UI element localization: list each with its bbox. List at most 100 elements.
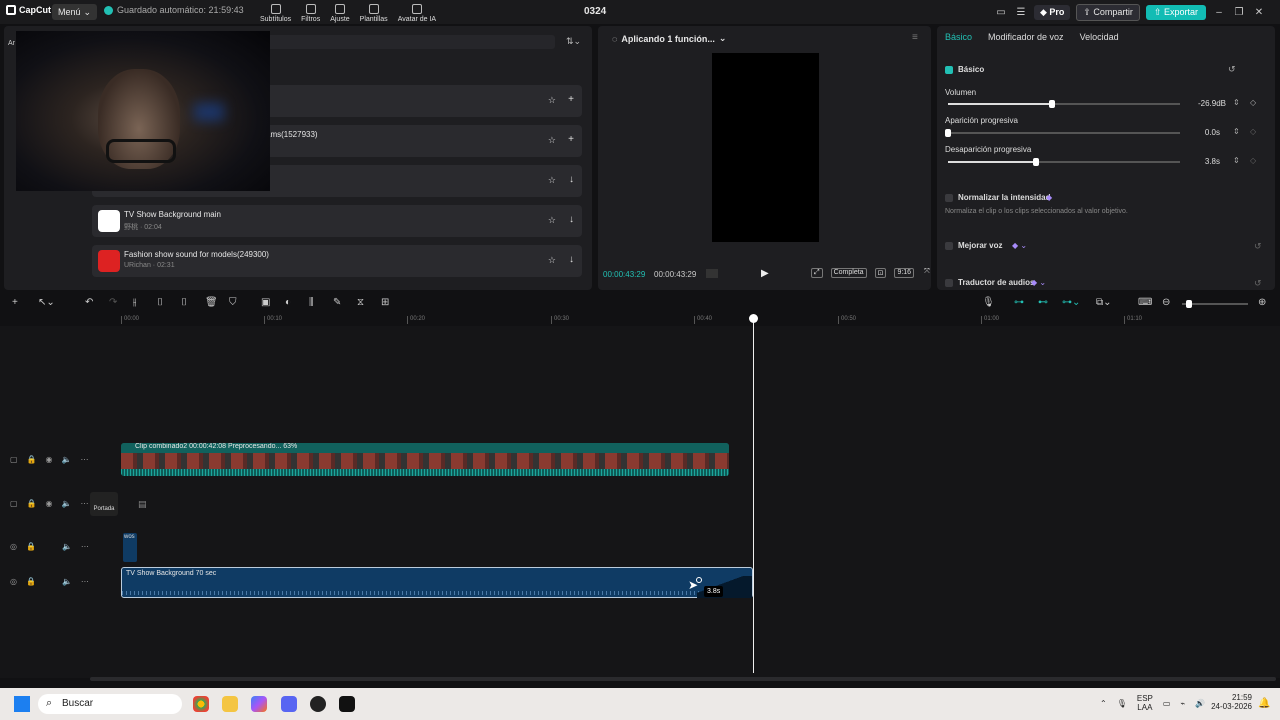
discord-icon[interactable] [281, 696, 297, 712]
sort-filter-icon[interactable]: ⇅⌄ [566, 36, 581, 47]
more-icon[interactable]: ⋯ [81, 542, 89, 551]
layout-icon[interactable]: ▭ [994, 7, 1008, 18]
crop-tool-icon[interactable]: ⊞ [381, 297, 389, 308]
volume-icon[interactable]: 🔊 [1195, 699, 1205, 708]
star-icon[interactable]: ☆ [548, 135, 556, 146]
keyframe-icon[interactable]: ◇ [1250, 127, 1256, 136]
export-button[interactable]: ⇧ Exportar [1145, 4, 1206, 20]
fullscreen-icon[interactable]: ⤧ [922, 268, 932, 278]
link-icon[interactable]: ⊶ [1014, 297, 1024, 308]
more-icon[interactable]: ⋯ [81, 577, 89, 586]
magnet-icon[interactable]: ⊷ [1038, 297, 1048, 308]
fadein-knob[interactable] [945, 129, 951, 137]
minimize-icon[interactable]: – [1212, 7, 1226, 18]
video-canvas[interactable] [712, 53, 819, 242]
download-icon[interactable]: ↓ [569, 174, 574, 185]
audio-split-icon[interactable]: ⫼ [309, 297, 314, 308]
chevron-up-icon[interactable]: ⌃ [1100, 699, 1107, 708]
share-button[interactable]: ⇪ Compartir [1076, 3, 1140, 21]
microphone-tray-icon[interactable]: 🎙 [1117, 699, 1127, 708]
audio-clip[interactable]: TV Show Background 70 sec [121, 567, 753, 598]
small-audio-clip[interactable]: wos [123, 533, 137, 562]
ai-edit-icon[interactable]: ✎ [333, 297, 341, 308]
zoom-out-icon[interactable]: ⊖ [1162, 297, 1170, 308]
fadein-slider[interactable] [945, 129, 1180, 137]
delete-icon[interactable]: 🗑 [205, 297, 218, 308]
cover-icon[interactable]: ▢ [10, 499, 18, 508]
keyframe-icon[interactable]: ◇ [1250, 98, 1256, 107]
lock-icon[interactable]: 🔒 [26, 542, 36, 551]
shortcuts-icon[interactable]: ☰ [1014, 7, 1028, 18]
pro-button[interactable]: ◆ Pro [1033, 4, 1071, 20]
mirror-icon[interactable]: ⧖ [357, 297, 364, 308]
preview-title[interactable]: ◌ Aplicando 1 función... ⌄ [612, 33, 726, 44]
lock-icon[interactable]: 🔒 [27, 499, 37, 508]
preview-axis-icon[interactable]: ⧉⌄ [1096, 297, 1112, 308]
redo-icon[interactable]: ↷ [109, 297, 117, 308]
reset-icon[interactable]: ↺ [1254, 278, 1262, 289]
speaker-icon[interactable]: 🔈 [62, 455, 72, 464]
lock-icon[interactable]: 🔒 [26, 577, 36, 586]
split-icon[interactable]: ⫲ [133, 297, 136, 308]
undo-icon[interactable]: ↶ [85, 297, 93, 308]
cover-button[interactable]: Portada [90, 492, 118, 516]
compound-clip[interactable]: Clip combinado2 00:00:42:08 Preprocesand… [121, 443, 729, 476]
timeline-scrollbar[interactable] [90, 677, 1276, 681]
volume-knob[interactable] [1049, 100, 1056, 108]
add-icon[interactable]: + [568, 94, 574, 105]
capcut-taskbar-icon[interactable] [339, 696, 355, 712]
star-icon[interactable]: ☆ [548, 175, 556, 186]
language-indicator[interactable]: ESP LAA [1137, 694, 1153, 712]
tab-templates[interactable]: Plantillas [360, 4, 388, 23]
zoom-in-icon[interactable]: ⊕ [1258, 297, 1266, 308]
caption-icon[interactable]: ⌨ [1138, 297, 1152, 308]
basic-checkbox[interactable] [945, 66, 953, 74]
download-icon[interactable]: ↓ [569, 214, 574, 225]
stepper-icon[interactable]: ⇕ [1233, 127, 1240, 136]
tab-subtitles[interactable]: Subtítulos [260, 4, 291, 23]
menu-button[interactable]: Menú ⌄ [52, 4, 98, 20]
stepper-icon[interactable]: ⇕ [1233, 156, 1240, 165]
tab-ai-avatar[interactable]: Avatar de IA [398, 4, 436, 23]
shield-icon[interactable]: ⛉ [229, 297, 237, 308]
close-icon[interactable]: ✕ [1252, 7, 1266, 18]
playhead[interactable] [749, 314, 758, 673]
select-tool-icon[interactable]: ↖⌄ [38, 297, 55, 308]
stepper-icon[interactable]: ⇕ [1233, 98, 1240, 107]
tab-speed[interactable]: Velocidad [1080, 32, 1119, 42]
tab-voice-changer[interactable]: Modificador de voz [988, 32, 1064, 42]
windows-start-icon[interactable] [14, 696, 30, 712]
timeline-frames-icon[interactable] [706, 269, 718, 278]
maximize-icon[interactable]: ❐ [1232, 7, 1246, 18]
split-right-icon[interactable]: ⌷ [181, 297, 187, 308]
reset-icon[interactable]: ↺ [1254, 241, 1262, 252]
volume-value[interactable]: -26.9dB [1186, 99, 1226, 108]
enhance-voice-checkbox[interactable] [945, 242, 953, 250]
list-item[interactable]: TV Show Background main 野桃 · 02:04 ☆ ↓ [92, 205, 582, 237]
crop-icon[interactable]: ⤢ [811, 268, 823, 278]
list-item[interactable]: Fashion show sound for models(249300) UR… [92, 245, 582, 277]
add-icon[interactable]: + [568, 134, 574, 145]
download-icon[interactable]: ↓ [569, 254, 574, 265]
zoom-slider[interactable] [1182, 300, 1248, 308]
microphone-icon[interactable]: 🎙 [982, 297, 995, 308]
split-left-icon[interactable]: ⌷ [157, 297, 163, 308]
snap-icon[interactable]: ⊶⌄ [1062, 297, 1080, 308]
star-icon[interactable]: ☆ [548, 215, 556, 226]
monitor-icon[interactable]: ▭ [1163, 699, 1171, 708]
keyframe-icon[interactable]: ◇ [1250, 156, 1256, 165]
ratio-button[interactable]: 9:16 [894, 268, 915, 278]
preview-menu-icon[interactable]: ≡ [912, 32, 918, 43]
normalize-checkbox[interactable] [945, 194, 953, 202]
tab-filters[interactable]: Filtros [301, 4, 320, 23]
speaker-icon[interactable]: 🔈 [62, 499, 72, 508]
translator-checkbox[interactable] [945, 279, 953, 287]
lock-icon[interactable]: 🔒 [27, 455, 37, 464]
fadeout-knob[interactable] [1033, 158, 1040, 166]
chrome-icon[interactable] [193, 696, 209, 712]
fadein-value[interactable]: 0.0s [1180, 128, 1220, 137]
copilot-icon[interactable] [251, 696, 267, 712]
screenshot-icon[interactable]: ⊡ [874, 268, 887, 278]
clock[interactable]: 21:59 24-03-2026 [1208, 693, 1252, 711]
speaker-icon[interactable]: 🔈 [62, 542, 72, 551]
